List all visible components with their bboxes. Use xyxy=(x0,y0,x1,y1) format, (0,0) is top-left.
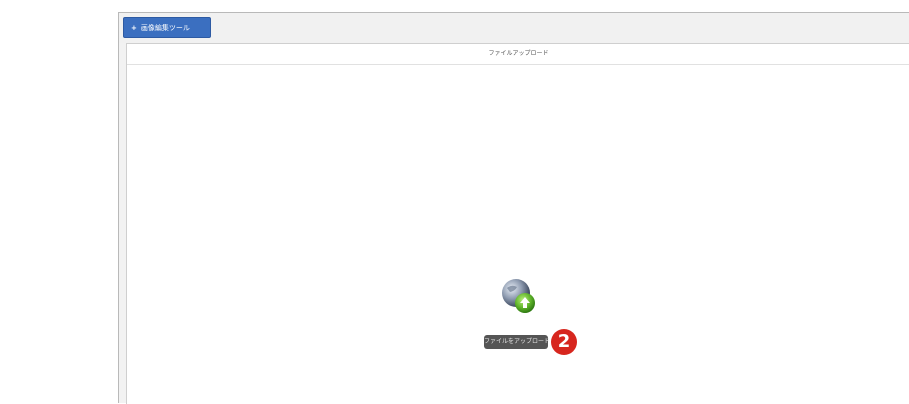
upload-panel: ファイルアップロード ファイルをアップロード 2 xyxy=(126,43,909,404)
image-editor-tab[interactable]: + 画像編集ツール xyxy=(123,17,211,38)
tab-bar: + 画像編集ツール xyxy=(119,13,909,43)
plus-icon: + xyxy=(131,24,137,32)
upload-button[interactable]: ファイルをアップロード xyxy=(484,335,550,349)
globe-upload-icon[interactable] xyxy=(499,276,539,316)
panel-title: ファイルアップロード xyxy=(127,44,909,65)
step-badge: 2 xyxy=(551,329,577,355)
tab-label: 画像編集ツール xyxy=(140,24,190,32)
editor-window: + 画像編集ツール ファイルアップロード ファイルをアップロード 2 xyxy=(118,12,909,404)
